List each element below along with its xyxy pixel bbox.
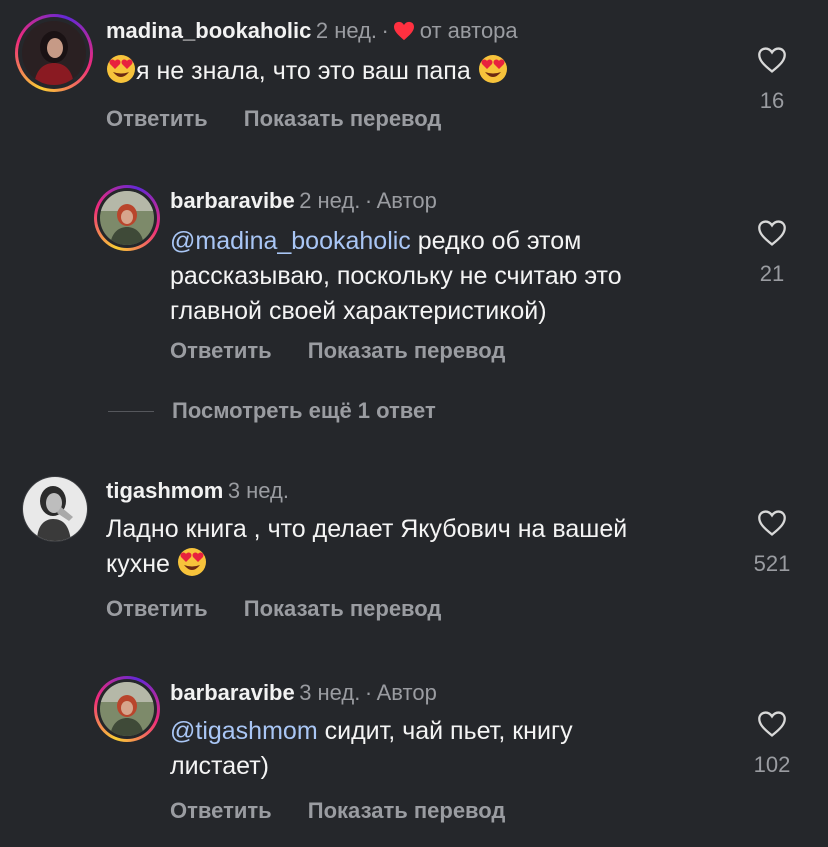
avatar-photo [22,21,86,85]
show-translation-button[interactable]: Показать перевод [308,338,506,363]
comment-text: Ладно книга , что делает Якубович на ваш… [106,515,628,578]
heart-outline-icon[interactable] [756,710,788,738]
like-button[interactable]: 21 [732,219,812,287]
author-tag: Автор [376,680,437,705]
comment-text: @tigashmom сидит, чай пьет, книгу листае… [170,717,573,780]
avatar-photo [100,682,154,736]
author-like-label: от автора [419,18,518,43]
show-translation-button[interactable]: Показать перевод [244,596,442,621]
reply-button[interactable]: Ответить [170,798,272,823]
comment-text: @madina_bookaholic редко об этом рассказ… [170,227,622,325]
author-tag: Автор [376,188,437,213]
username[interactable]: barbaravibe [170,680,295,705]
like-count: 21 [759,261,785,286]
heart-filled-icon [394,21,415,41]
comment-time: 2 нед. [315,18,378,43]
separator: · [364,680,373,705]
avatar-photo [23,477,87,541]
heart-eyes-emoji [478,55,507,83]
separator: · [381,18,389,43]
heart-outline-icon[interactable] [756,509,788,537]
like-count: 521 [753,551,791,576]
comment-1: madina_bookaholic 2 нед. · от автора я н… [0,0,828,160]
username[interactable]: barbaravibe [170,188,295,213]
like-button[interactable]: 521 [732,509,812,577]
reply-2: barbaravibe 3 нед. · Автор @tigashmom си… [0,660,828,847]
comment-time: 3 нед. [227,478,290,503]
avatar[interactable] [94,676,160,742]
username[interactable]: madina_bookaholic [106,18,311,43]
avatar[interactable] [15,14,93,92]
heart-eyes-emoji [177,548,206,576]
view-more-replies-button[interactable]: Посмотреть ещё 1 ответ [108,398,436,424]
heart-eyes-emoji [107,55,135,83]
like-count: 16 [759,88,785,113]
separator: · [364,188,373,213]
show-translation-button[interactable]: Показать перевод [308,798,506,823]
comment-time: 2 нед. [299,188,361,213]
comment-time: 3 нед. [299,680,361,705]
view-more-replies-label[interactable]: Посмотреть ещё 1 ответ [172,398,436,423]
like-count: 102 [753,752,791,777]
reply-button[interactable]: Ответить [106,106,208,131]
like-button[interactable]: 16 [732,46,812,114]
mention-link[interactable]: @madina_bookaholic [170,227,411,255]
avatar[interactable] [94,185,160,251]
show-translation-button[interactable]: Показать перевод [244,106,442,131]
comment-text: я не знала, что это ваш папа [106,54,508,89]
avatar[interactable] [22,476,88,542]
heart-outline-icon[interactable] [756,219,788,247]
mention-link[interactable]: @tigashmom [170,717,318,745]
reply-button[interactable]: Ответить [170,338,272,363]
like-button[interactable]: 102 [732,710,812,778]
reply-button[interactable]: Ответить [106,596,208,621]
comment-2: tigashmom 3 нед. Ладно книга , что делае… [0,460,828,660]
username[interactable]: tigashmom [106,478,223,503]
avatar-photo [100,191,154,245]
reply-1: barbaravibe 2 нед. · Автор @madina_booka… [0,160,828,390]
heart-outline-icon[interactable] [756,46,788,74]
divider [108,410,154,412]
